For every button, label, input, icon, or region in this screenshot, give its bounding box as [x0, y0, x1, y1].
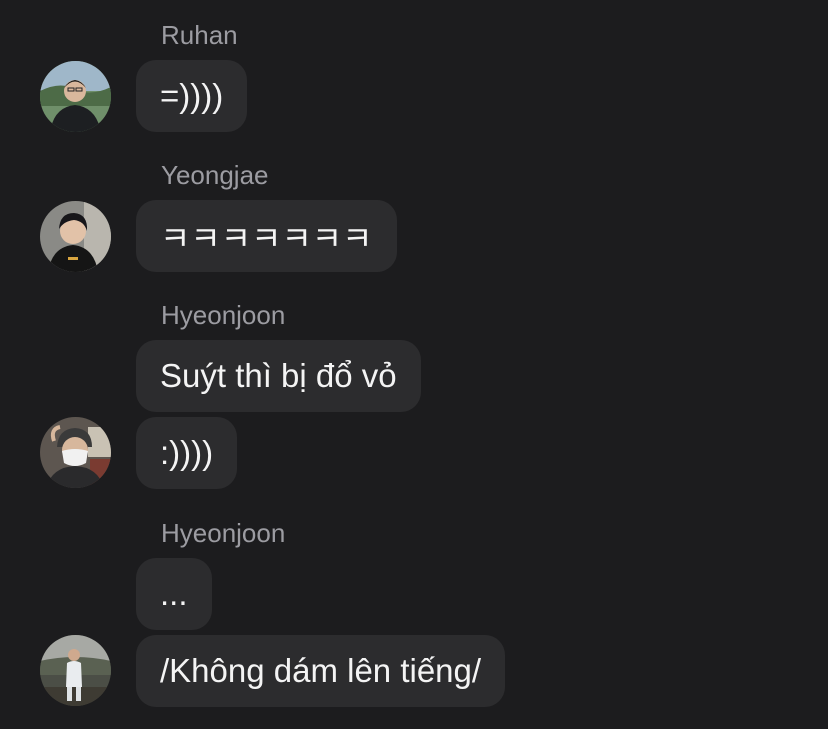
message-text: ㅋㅋㅋㅋㅋㅋㅋ: [160, 220, 373, 257]
avatar-hyeonjoon[interactable]: [40, 417, 111, 488]
message-bubble[interactable]: ㅋㅋㅋㅋㅋㅋㅋ: [136, 200, 397, 272]
message-text: :)))): [160, 434, 214, 471]
avatar-yeongjae[interactable]: [40, 201, 111, 272]
avatar-ruhan[interactable]: [40, 61, 111, 132]
sender-name-yeongjae: Yeongjae: [161, 160, 269, 190]
message-text: /Không dám lên tiếng/: [160, 652, 482, 689]
message-bubble[interactable]: /Không dám lên tiếng/: [136, 635, 506, 707]
sender-name-ruhan: Ruhan: [161, 20, 238, 50]
sender-name-hyeonjoon: Hyeonjoon: [161, 300, 286, 330]
message-text: ...: [160, 575, 188, 612]
avatar-hyeonjoon-2[interactable]: [40, 635, 111, 706]
message-bubble[interactable]: Suýt thì bị đổ vỏ: [136, 340, 421, 412]
message-text: Suýt thì bị đổ vỏ: [160, 357, 397, 394]
message-bubble[interactable]: :)))): [136, 417, 238, 489]
message-bubble[interactable]: ...: [136, 558, 212, 630]
sender-name-hyeonjoon: Hyeonjoon: [161, 518, 286, 548]
message-bubble[interactable]: =)))): [136, 60, 248, 132]
message-text: =)))): [160, 77, 224, 114]
